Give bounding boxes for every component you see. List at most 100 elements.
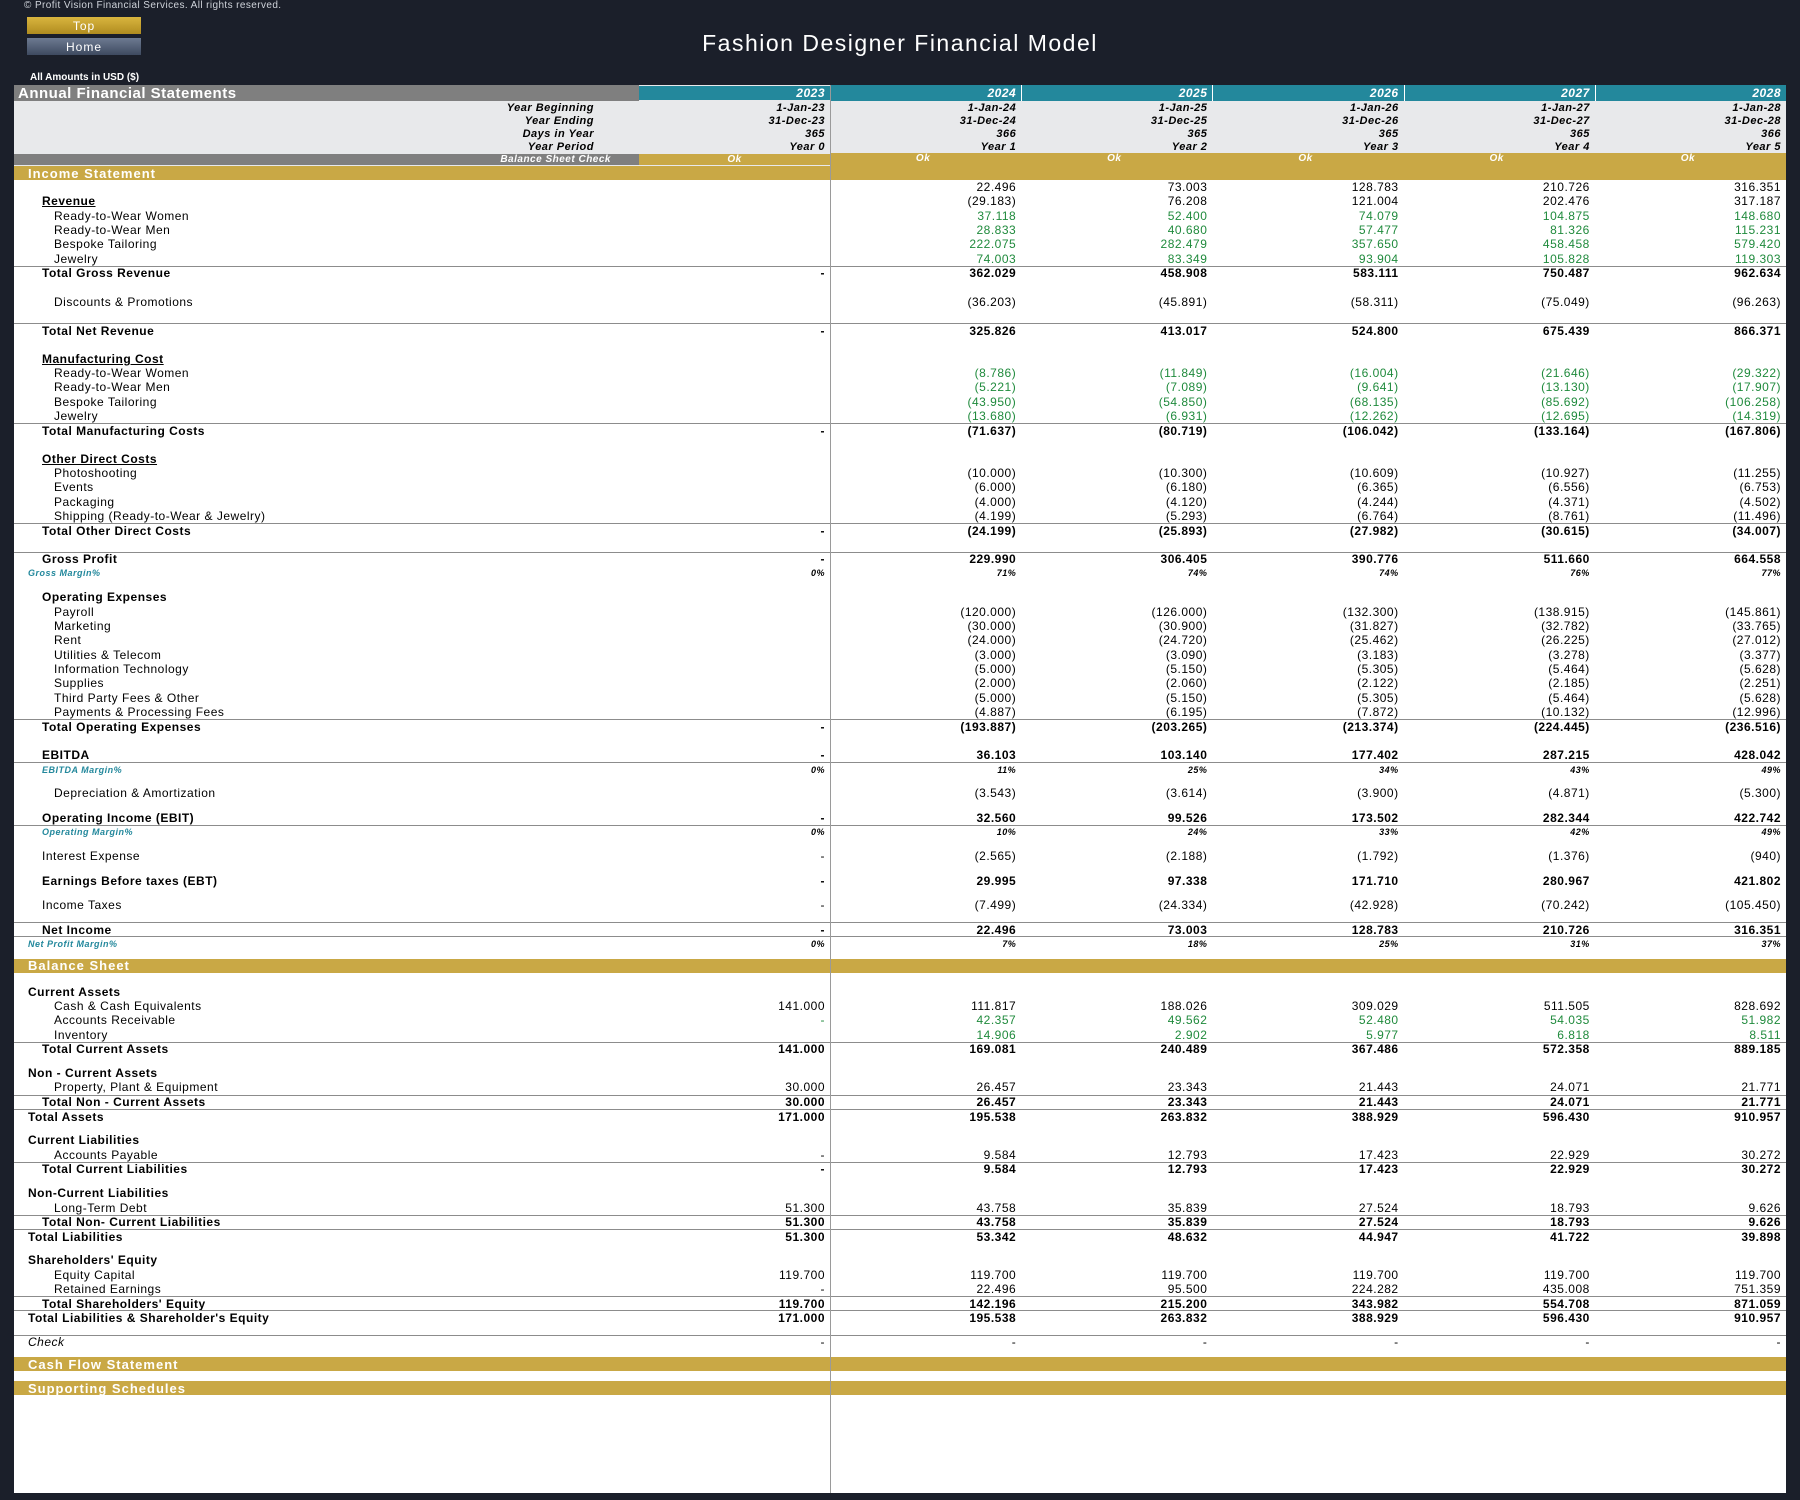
row-value: 0% [810,568,825,579]
row-value: 24% [1187,827,1208,838]
section-title: Supporting Schedules [28,1380,186,1396]
row-value: 74.079 [1358,208,1399,223]
row-value: - [820,552,825,567]
row-value: (224.445) [1533,719,1590,734]
row-value: (2.060) [1165,676,1208,691]
gross-margin-row: Gross Margin% 0% 71% 74% 74% 76% 77% [14,566,1786,580]
row-value: 367.486 [1351,1042,1399,1057]
info-value: Year 2 [1171,140,1208,153]
row-value: (58.311) [1350,294,1399,309]
spacer-row [14,1243,1786,1253]
row-value: (3.377) [1739,647,1782,662]
row-value: 48.632 [1167,1229,1208,1244]
info-value: 365 [1187,127,1208,140]
row-value: 828.692 [1734,998,1782,1013]
row-value: 148.680 [1734,208,1782,223]
row-value: 24.071 [1550,1080,1590,1095]
row-value: (3.000) [974,647,1017,662]
spacer-row [14,1123,1786,1133]
copyright-notice: © Profit Vision Financial Services. All … [24,0,282,11]
row-value: (10.609) [1349,466,1399,481]
row-value: 30.272 [1741,1147,1782,1162]
section-balance-sheet[interactable]: Balance Sheet [14,958,1786,973]
other-direct-cost-row: Shipping (Ready-to-Wear & Jewelry) (4.199… [14,509,1786,523]
equity-capital-row: Equity Capital 119.700 119.700 119.700 119.7… [14,1268,1786,1282]
info-value: Year 4 [1554,140,1590,153]
balance-check-value: Ok [1021,153,1213,166]
info-value: 31-Dec-24 [959,114,1017,127]
row-value: 73.003 [1167,180,1208,195]
row-value: (106.258) [1725,394,1782,409]
row-heading: Current Liabilities [28,1133,140,1148]
info-value: 366 [996,127,1017,140]
row-value: 10% [996,827,1017,838]
spacer-row [14,776,1786,786]
info-value: 31-Dec-25 [1150,114,1208,127]
row-value: 76.208 [1167,194,1208,209]
revenue-item-row: Jewelry 74.003 83.349 93.904 105.828 119.303 [14,251,1786,266]
section-income-statement[interactable]: Income Statement [14,166,1786,181]
row-label: Inventory [54,1027,108,1042]
row-value: (5.305) [1357,690,1399,705]
row-value: (2.185) [1548,676,1590,691]
row-value: (34.007) [1732,523,1782,538]
row-value: 173.502 [1351,810,1399,825]
total-liabilities-equity-row: Total Liabilities & Shareholder's Equity… [14,1310,1786,1325]
spacer-row [14,888,1786,898]
operating-expense-row: Third Party Fees & Other (5.000) (5.150) (5… [14,690,1786,705]
info-value: 365 [1569,127,1590,140]
row-value: (145.861) [1725,604,1782,619]
row-value: (26.225) [1541,633,1590,648]
row-value: 14.906 [976,1027,1017,1042]
section-cash-flow[interactable]: Cash Flow Statement [14,1357,1786,1372]
row-label: Photoshooting [54,466,138,481]
row-value: (75.049) [1541,294,1590,309]
row-value: 30.000 [785,1095,825,1110]
depreciation-row: Depreciation & Amortization (3.543) (3.614… [14,786,1786,800]
row-value: - [820,747,825,762]
operating-expense-row: Supplies (2.000) (2.060) (2.122) (2.185) (2.2… [14,676,1786,690]
info-value: Year 0 [789,140,825,153]
row-value: 210.726 [1542,922,1590,937]
row-value: 0% [810,764,825,775]
section-supporting-schedules[interactable]: Supporting Schedules [14,1380,1786,1396]
spacer-row [14,580,1786,590]
row-value: 388.929 [1351,1109,1399,1124]
balance-check-value: Ok [1594,153,1786,166]
row-value: (54.850) [1158,394,1208,409]
row-value: (13.680) [967,408,1017,423]
row-value: 34% [1379,764,1399,775]
row-value: - [820,873,825,888]
row-value: (11.849) [1159,366,1208,380]
row-value: 97.338 [1167,873,1208,888]
row-value: 142.196 [969,1296,1017,1311]
row-value: (2.565) [974,849,1017,864]
row-value: (4.244) [1357,494,1399,509]
row-value: 229.990 [969,552,1017,567]
row-value: 43% [1570,764,1590,775]
operating-expense-row: Marketing (30.000) (30.900) (31.827) (32.782… [14,619,1786,633]
row-heading: Revenue [42,194,96,209]
row-value: 18.793 [1550,1200,1590,1215]
row-value: 309.029 [1351,998,1399,1013]
row-heading: Other Direct Costs [42,451,158,466]
ebitda-margin-row: EBITDA Margin% 0% 11% 25% 34% 43% 49% [14,761,1786,776]
row-value: (6.764) [1357,508,1399,523]
row-value: (27.012) [1732,633,1782,648]
row-value: 343.982 [1351,1296,1399,1311]
current-liabilities-heading: Current Liabilities [14,1133,1786,1147]
total-other-direct-costs-row: Total Other Direct Costs - (24.199) (25.893… [14,523,1786,538]
row-value: 263.832 [1160,1109,1208,1124]
page-title: Fashion Designer Financial Model [702,30,1098,56]
row-value: (138.915) [1533,604,1590,619]
row-value: (6.931) [1165,408,1208,423]
info-value: Year 3 [1362,140,1399,153]
row-value: - [820,1335,825,1350]
row-value: 8.511 [1749,1027,1782,1042]
row-value: - [820,1147,825,1162]
total-assets-row: Total Assets 171.000 195.538 263.832 388.929… [14,1108,1786,1124]
row-label: Ready-to-Wear Women [54,366,190,380]
row-value: (2.000) [974,676,1017,691]
row-value: (30.000) [967,619,1017,634]
row-value: 0% [810,827,825,838]
